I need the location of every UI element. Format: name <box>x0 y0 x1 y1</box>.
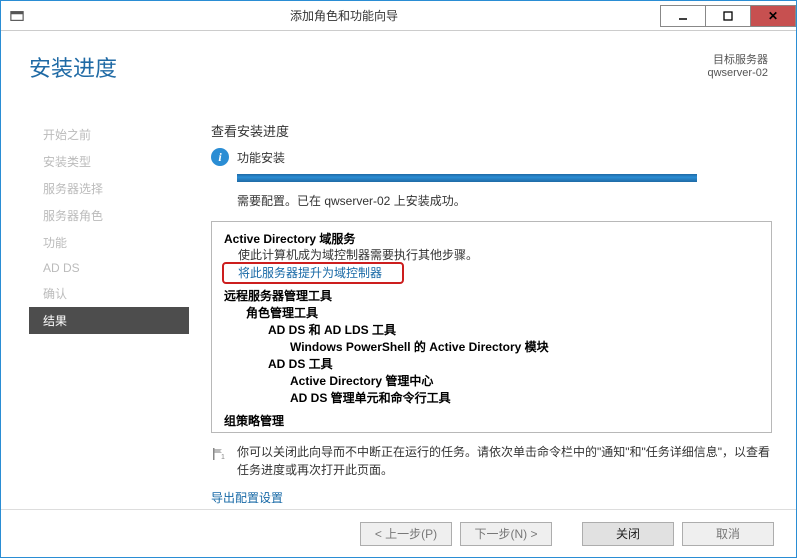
hint-row: 1 你可以关闭此向导而不中断正在运行的任务。请依次单击命令栏中的"通知"和"任务… <box>211 443 772 479</box>
main-content: 查看安装进度 i 功能安装 需要配置。已在 qwserver-02 上安装成功。… <box>211 121 772 499</box>
page-header: 安装进度 目标服务器 qwserver-02 <box>29 51 768 83</box>
flag-icon: 1 <box>211 445 227 463</box>
progress-bar <box>237 174 697 182</box>
window-title: 添加角色和功能向导 <box>27 7 661 24</box>
adds-title: Active Directory 域服务 <box>224 230 759 247</box>
maximize-button[interactable] <box>705 5 751 27</box>
window-controls: ✕ <box>661 5 796 27</box>
export-config-link[interactable]: 导出配置设置 <box>211 489 283 506</box>
hint-text: 你可以关闭此向导而不中断正在运行的任务。请依次单击命令栏中的"通知"和"任务详细… <box>237 443 772 479</box>
step-adds: AD DS <box>29 256 189 280</box>
page-title: 安装进度 <box>29 51 117 83</box>
detail-box: Active Directory 域服务 使此计算机成为域控制器需要执行其他步骤… <box>211 221 772 433</box>
wizard-steps: 开始之前 安装类型 服务器选择 服务器角色 功能 AD DS 确认 结果 <box>29 121 189 334</box>
tree-adds-adlds-tools: AD DS 和 AD LDS 工具 <box>224 321 759 338</box>
close-button[interactable]: ✕ <box>750 5 796 27</box>
adds-note: 使此计算机成为域控制器需要执行其他步骤。 <box>224 247 759 264</box>
next-button: 下一步(N) > <box>460 522 552 546</box>
step-server-roles: 服务器角色 <box>29 202 189 229</box>
tree-powershell-ad: Windows PowerShell 的 Active Directory 模块 <box>224 338 759 355</box>
svg-text:1: 1 <box>221 454 225 461</box>
app-icon <box>7 6 27 26</box>
feature-install-row: i 功能安装 <box>211 148 772 166</box>
tree-remote-tools: 远程服务器管理工具 <box>224 287 759 304</box>
step-install-type: 安装类型 <box>29 148 189 175</box>
promote-to-dc-link[interactable]: 将此服务器提升为域控制器 <box>224 264 382 281</box>
destination-label: 目标服务器 <box>707 51 768 67</box>
step-results[interactable]: 结果 <box>29 307 189 334</box>
tree-adds-tools: AD DS 工具 <box>224 355 759 372</box>
tree-ad-admin-center: Active Directory 管理中心 <box>224 372 759 389</box>
tree-adds-snapins: AD DS 管理单元和命令行工具 <box>224 389 759 406</box>
step-confirm: 确认 <box>29 280 189 307</box>
feature-install-label: 功能安装 <box>237 149 285 166</box>
step-before-begin: 开始之前 <box>29 121 189 148</box>
tree-role-tools: 角色管理工具 <box>224 304 759 321</box>
step-features: 功能 <box>29 229 189 256</box>
info-icon: i <box>211 148 229 166</box>
footer: < 上一步(P) 下一步(N) > 关闭 取消 <box>1 509 796 557</box>
tree-gpo-mgmt: 组策略管理 <box>224 412 759 429</box>
minimize-button[interactable] <box>660 5 706 27</box>
install-status: 需要配置。已在 qwserver-02 上安装成功。 <box>237 192 772 209</box>
close-wizard-button[interactable]: 关闭 <box>582 522 674 546</box>
titlebar: 添加角色和功能向导 ✕ <box>1 1 796 31</box>
cancel-button: 取消 <box>682 522 774 546</box>
step-server-selection: 服务器选择 <box>29 175 189 202</box>
destination-value: qwserver-02 <box>707 67 768 79</box>
prev-button: < 上一步(P) <box>360 522 452 546</box>
section-title: 查看安装进度 <box>211 121 772 140</box>
destination-server: 目标服务器 qwserver-02 <box>707 51 768 79</box>
